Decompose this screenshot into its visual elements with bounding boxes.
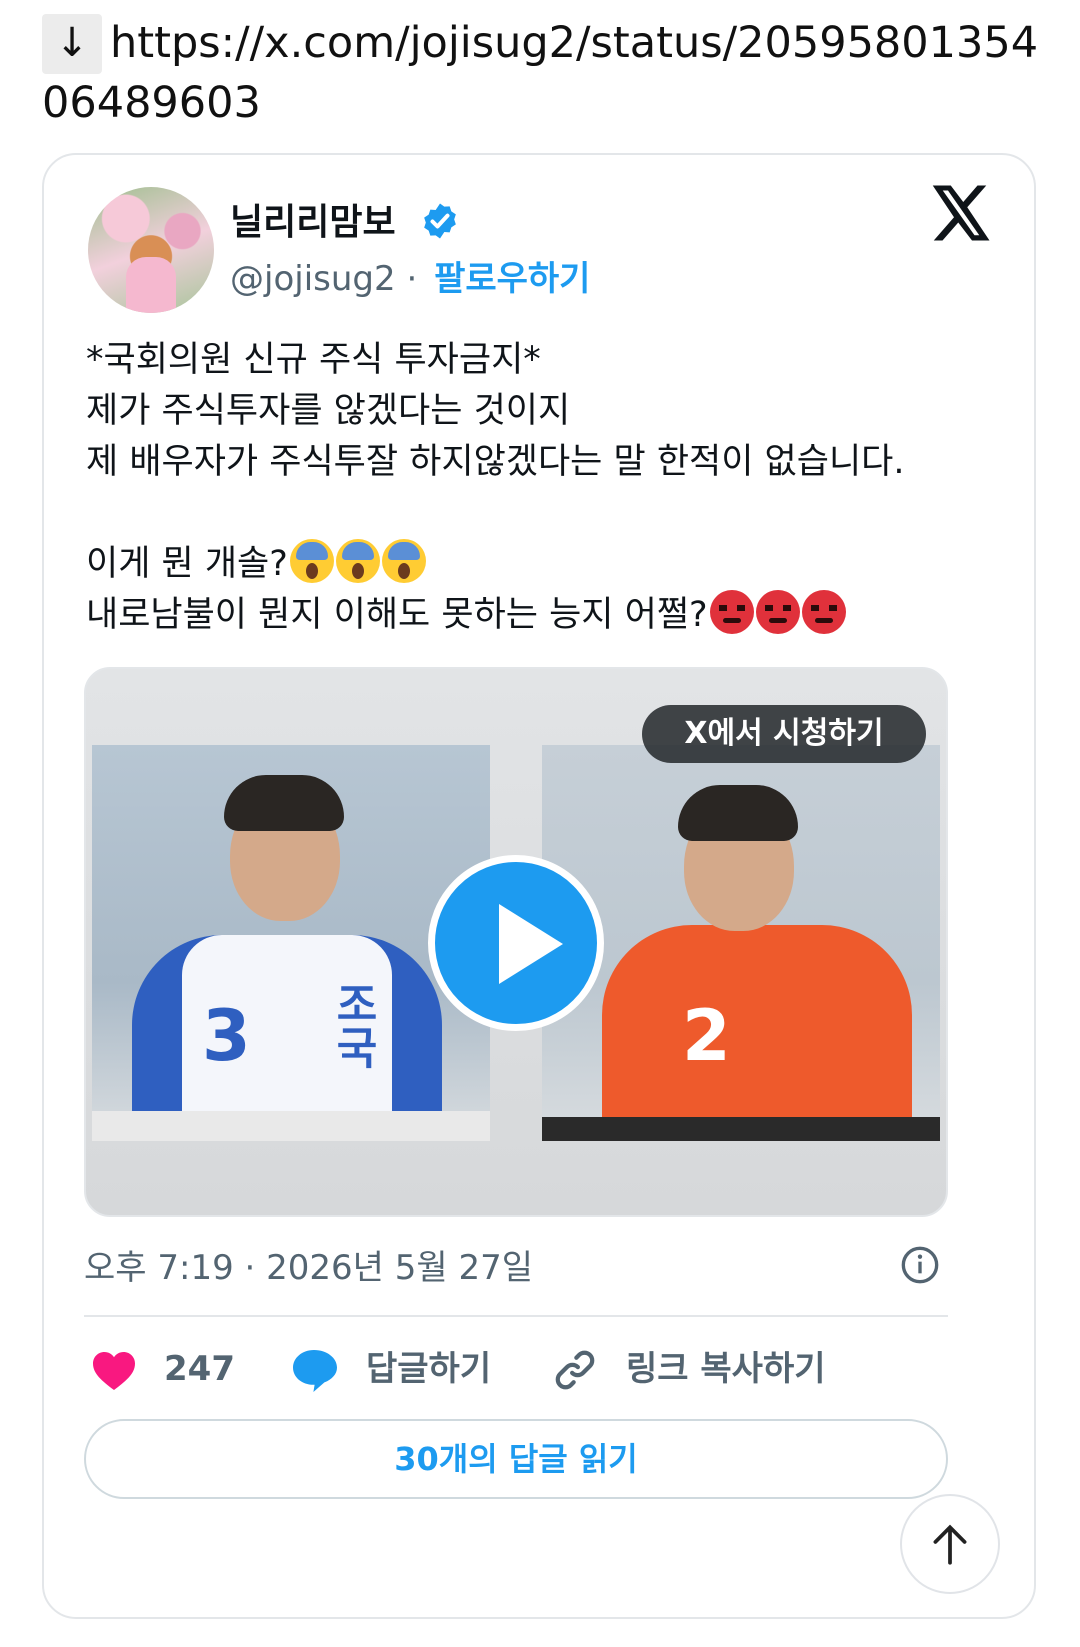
scroll-to-top-button[interactable] [900, 1494, 1000, 1594]
verified-icon [424, 203, 456, 239]
x-logo-icon[interactable] [932, 185, 992, 241]
url-line[interactable]: ↓ https://x.com/jojisug2/status/205958013… [42, 14, 1052, 132]
left-jersey-name: 조국 [327, 981, 378, 1069]
tweet-line-1: *국회의원 신규 주식 투자금지* [86, 340, 541, 380]
play-icon[interactable] [428, 855, 604, 1031]
reply-bubble-icon [293, 1350, 337, 1392]
angry-face-emoji [709, 590, 754, 634]
handle-line: @jojisug2 · 팔로우하기 [230, 251, 590, 300]
tweet-line-2: 제가 주식투자를 않겠다는 것이지 [86, 391, 571, 431]
reply-button[interactable]: 답글하기 [290, 1341, 520, 1397]
info-icon[interactable] [900, 1245, 940, 1285]
display-name[interactable]: 닐리리맘보 [230, 193, 396, 245]
copy-link-label: 링크 복사하기 [626, 1349, 826, 1389]
screaming-face-emoji [289, 539, 334, 583]
tweet-line-5: 이게 뭔 개솔? [86, 539, 986, 590]
screaming-face-emoji [381, 539, 426, 583]
tweet-line-3: 제 배우자가 주식투잘 하지않겠다는 말 한적이 없습니다. [86, 442, 905, 482]
angry-face-emoji [755, 590, 800, 634]
tweet-line-5-text: 이게 뭔 개솔? [86, 544, 288, 584]
handle[interactable]: @jojisug2 [230, 259, 396, 299]
video-thumbnail[interactable]: 3 조국 2 X에서 시청하기 [84, 667, 948, 1217]
tweet-line-6-text: 내로남불이 뭔지 이해도 못하는 능지 어쩔? [86, 595, 708, 635]
right-jersey-number: 2 [682, 995, 731, 1077]
tweet-line-6: 내로남불이 뭔지 이해도 못하는 능지 어쩔? [86, 590, 986, 641]
likes-count: 247 [164, 1349, 235, 1389]
avatar[interactable] [88, 187, 214, 313]
follow-button[interactable]: 팔로우하기 [434, 259, 590, 299]
reply-label: 답글하기 [366, 1349, 492, 1389]
like-button[interactable]: 247 [90, 1341, 270, 1397]
download-icon: ↓ [42, 14, 102, 74]
left-jersey-number: 3 [202, 995, 251, 1077]
read-replies-button[interactable]: 30개의 답글 읽기 [84, 1419, 948, 1499]
arrow-up-icon [933, 1524, 967, 1565]
heart-icon [93, 1352, 135, 1390]
separator: · [406, 259, 418, 299]
copy-link-button[interactable]: 링크 복사하기 [552, 1341, 862, 1397]
tweet-embed-card[interactable]: 닐리리맘보 @jojisug2 · 팔로우하기 *국회의원 신규 주식 투자금지… [42, 153, 1036, 1619]
screaming-face-emoji [335, 539, 380, 583]
url-text[interactable]: https://x.com/jojisug2/status/2059580135… [42, 18, 1038, 128]
link-icon [555, 1350, 595, 1390]
timestamp[interactable]: 오후 7:19 · 2026년 5월 27일 [84, 1240, 533, 1289]
angry-face-emoji [801, 590, 846, 634]
watch-on-x-button[interactable]: X에서 시청하기 [642, 705, 926, 763]
divider [84, 1315, 948, 1317]
tweet-text: *국회의원 신규 주식 투자금지* 제가 주식투자를 않겠다는 것이지제 배우자가… [86, 335, 986, 641]
